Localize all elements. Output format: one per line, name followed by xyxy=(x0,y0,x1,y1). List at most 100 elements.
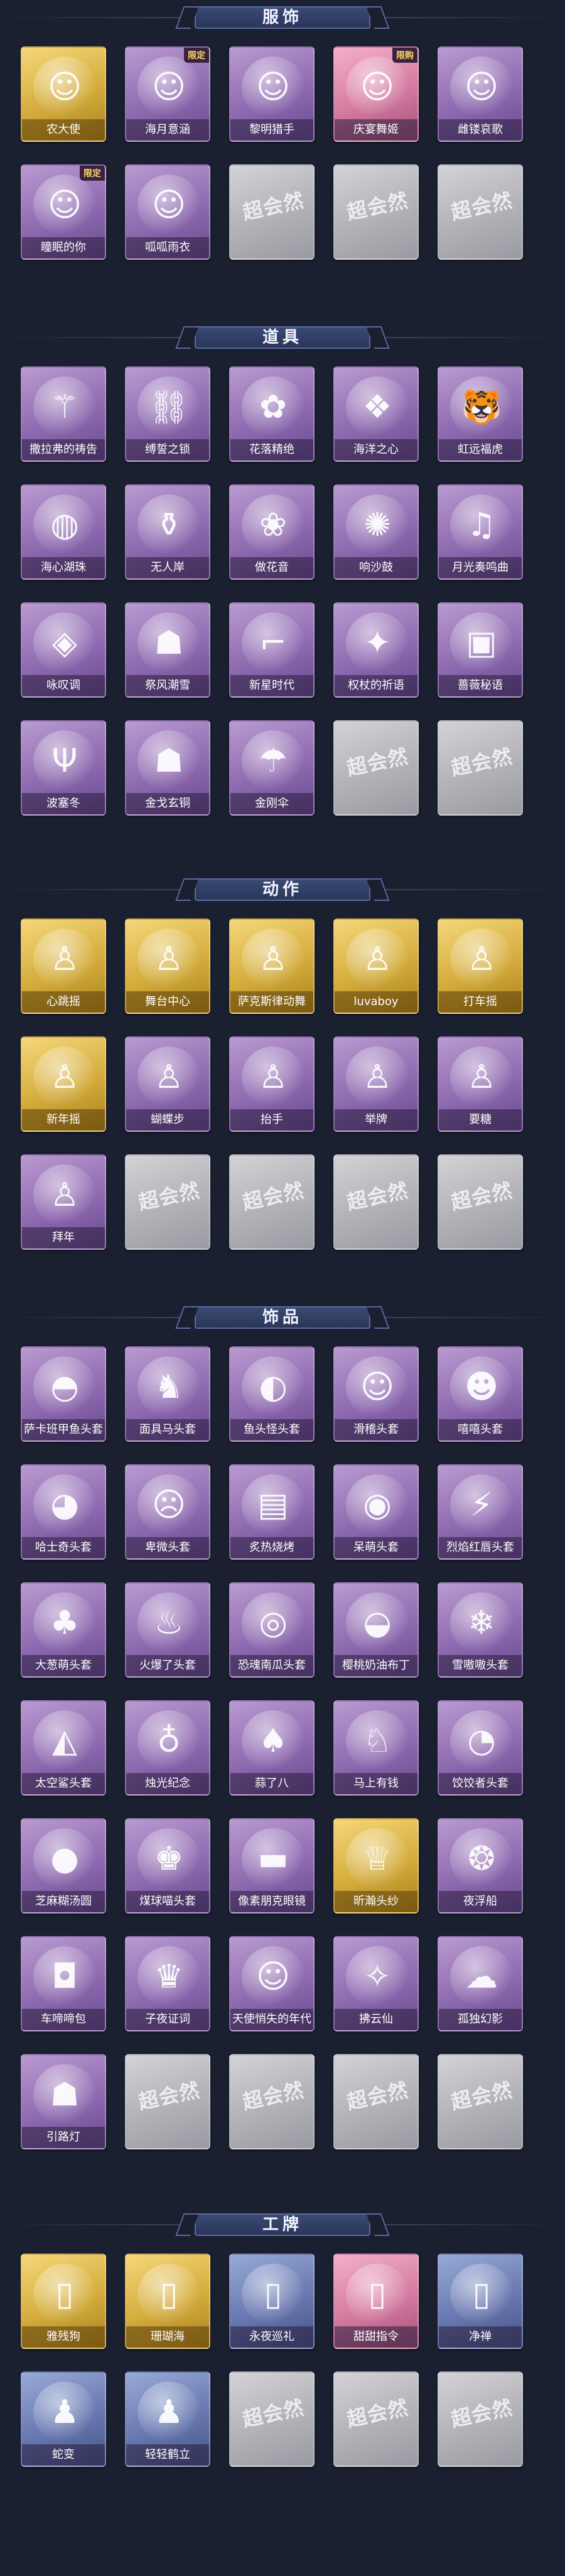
item-card[interactable]: ▯ 甜甜指令 xyxy=(333,2254,419,2349)
item-card[interactable]: ☺ 黎明猎手 xyxy=(229,46,315,142)
item-card[interactable]: ♙ 心跳摇 xyxy=(21,918,106,1014)
item-card[interactable]: ▣ 蔷薇秘语 xyxy=(438,602,523,698)
item-card[interactable]: ☺ 呱呱雨衣 xyxy=(125,164,210,260)
item-card[interactable]: ♣ 大葱萌头套 xyxy=(21,1582,106,1678)
item-card[interactable]: ☺ 雌镂哀歌 xyxy=(438,46,523,142)
item-card[interactable]: ◓ 萨卡班甲鱼头套 xyxy=(21,1346,106,1442)
snowball-icon: ❄ xyxy=(450,1592,513,1654)
item-card[interactable]: ⚡ 烈焰红唇头套 xyxy=(438,1464,523,1560)
item-card[interactable]: ♙ 蝴蝶步 xyxy=(125,1036,210,1132)
item-card[interactable]: ◍ 海心湖珠 xyxy=(21,484,106,580)
item-card[interactable]: ◎ 恐魂南瓜头套 xyxy=(229,1582,315,1678)
item-card[interactable]: ♚ 煤球喵头套 xyxy=(125,1818,210,1913)
item-card[interactable]: ♙ 拜年 xyxy=(21,1154,106,1250)
item-card[interactable]: ◈ 咏叹调 xyxy=(21,602,106,698)
item-card[interactable]: ☂ 金刚伞 xyxy=(229,720,315,816)
item-card[interactable]: ⛓ 缚誓之锁 xyxy=(125,366,210,462)
item-card[interactable]: ◭ 太空鲨头套 xyxy=(21,1700,106,1796)
empty-slot-card[interactable]: 超会然 xyxy=(229,1154,315,1250)
item-card[interactable]: ☻ 嘻嘻头套 xyxy=(438,1346,523,1442)
item-card[interactable]: ✦ 权杖的祈语 xyxy=(333,602,419,698)
item-card[interactable]: ▤ 炙热烧烤 xyxy=(229,1464,315,1560)
item-card[interactable]: ♕ 昕瀚头纱 xyxy=(333,1818,419,1913)
empty-slot-card[interactable]: 超会然 xyxy=(333,720,419,816)
item-card[interactable]: ✿ 花落精绝 xyxy=(229,366,315,462)
item-card[interactable]: ♞ 面具马头套 xyxy=(125,1346,210,1442)
item-label: 无人岸 xyxy=(126,557,209,578)
item-card[interactable]: ❄ 雪嗷嗷头套 xyxy=(438,1582,523,1678)
item-card[interactable]: ♙ 举牌 xyxy=(333,1036,419,1132)
item-card[interactable]: ♙ 打车摇 xyxy=(438,918,523,1014)
item-card[interactable]: ◔ 饺饺者头套 xyxy=(438,1700,523,1796)
empty-slot-card[interactable]: 超会然 xyxy=(229,2371,315,2467)
item-card[interactable]: ◉ 呆萌头套 xyxy=(333,1464,419,1560)
item-card[interactable]: ☹ 卑微头套 xyxy=(125,1464,210,1560)
item-card[interactable]: ◐ 鱼头怪头套 xyxy=(229,1346,315,1442)
item-card[interactable]: Ψ 波塞冬 xyxy=(21,720,106,816)
empty-slot-card[interactable]: 超会然 xyxy=(438,1154,523,1250)
item-card[interactable]: ♘ 马上有钱 xyxy=(333,1700,419,1796)
item-label: 永夜巡礼 xyxy=(230,2326,313,2348)
item-card[interactable]: ▯ 永夜巡礼 xyxy=(229,2254,315,2349)
empty-slot-card[interactable]: 超会然 xyxy=(333,2054,419,2149)
portrait-icon: ☺ xyxy=(242,56,304,118)
item-card[interactable]: ✺ 响沙鼓 xyxy=(333,484,419,580)
item-card[interactable]: ◒ 樱桃奶油布丁 xyxy=(333,1582,419,1678)
empty-slot-card[interactable]: 超会然 xyxy=(333,164,419,260)
item-card[interactable]: ☺ 滑稽头套 xyxy=(333,1346,419,1442)
item-card[interactable]: 🐯 虹远福虎 xyxy=(438,366,523,462)
horse-icon: ♞ xyxy=(137,1356,200,1418)
item-card[interactable]: ☺ 限定 瞳眠的你 xyxy=(21,164,106,260)
empty-slot-card[interactable]: 超会然 xyxy=(229,164,315,260)
item-label: 炙热烧烤 xyxy=(230,1537,313,1558)
item-card[interactable]: ▬ 像素朋克眼镜 xyxy=(229,1818,315,1913)
item-card[interactable]: ❖ 海洋之心 xyxy=(333,366,419,462)
item-card[interactable]: ♁ 烛光纪念 xyxy=(125,1700,210,1796)
item-card[interactable]: ⚱ 无人岸 xyxy=(125,484,210,580)
item-card[interactable]: ♙ 要糖 xyxy=(438,1036,523,1132)
item-card[interactable]: ☺ 农大使 xyxy=(21,46,106,142)
item-card[interactable]: ♠ 蒜了八 xyxy=(229,1700,315,1796)
item-card[interactable]: ♙ 抬手 xyxy=(229,1036,315,1132)
item-card[interactable]: ◕ 哈士奇头套 xyxy=(21,1464,106,1560)
item-card[interactable]: ☺ 限购 庆宴舞姬 xyxy=(333,46,419,142)
empty-slot-card[interactable]: 超会然 xyxy=(229,2054,315,2149)
item-card[interactable]: ⚚ 撒拉弗的祷告 xyxy=(21,366,106,462)
item-card[interactable]: ♟ 轻轻鹤立 xyxy=(125,2371,210,2467)
empty-slot-card[interactable]: 超会然 xyxy=(125,1154,210,1250)
item-card[interactable]: ♙ 萨克斯律动舞 xyxy=(229,918,315,1014)
item-card[interactable]: ☁ 孤独幻影 xyxy=(438,1936,523,2031)
item-card[interactable]: ☗ 引路灯 xyxy=(21,2054,106,2149)
item-card[interactable]: ▯ 雅残狗 xyxy=(21,2254,106,2349)
item-card[interactable]: ♙ 舞台中心 xyxy=(125,918,210,1014)
bottle-icon: ⚱ xyxy=(137,494,200,556)
item-card[interactable]: ❂ 夜浮船 xyxy=(438,1818,523,1913)
empty-slot-card[interactable]: 超会然 xyxy=(438,2054,523,2149)
empty-slot-card[interactable]: 超会然 xyxy=(125,2054,210,2149)
empty-slot-card[interactable]: 超会然 xyxy=(333,1154,419,1250)
empty-slot-card[interactable]: 超会然 xyxy=(438,164,523,260)
item-card[interactable]: ● 芝麻糊汤圆 xyxy=(21,1818,106,1913)
item-card[interactable]: ☗ 金戈玄铜 xyxy=(125,720,210,816)
item-label: 新星时代 xyxy=(230,675,313,696)
empty-slot-card[interactable]: 超会然 xyxy=(333,2371,419,2467)
item-card[interactable]: ⌐ 新星时代 xyxy=(229,602,315,698)
mirror-icon: ◈ xyxy=(33,612,96,674)
empty-slot-card[interactable]: 超会然 xyxy=(438,720,523,816)
item-card[interactable]: ✧ 拂云仙 xyxy=(333,1936,419,2031)
item-card[interactable]: ▯ 珊瑚海 xyxy=(125,2254,210,2349)
item-card[interactable]: ♟ 蛇变 xyxy=(21,2371,106,2467)
item-card[interactable]: ☺ 限定 海月意涵 xyxy=(125,46,210,142)
item-card[interactable]: ♨ 火爆了头套 xyxy=(125,1582,210,1678)
toast-icon: ▤ xyxy=(242,1474,304,1536)
item-card[interactable]: ♙ 新年摇 xyxy=(21,1036,106,1132)
item-card[interactable]: ♛ 子夜证词 xyxy=(125,1936,210,2031)
item-card[interactable]: ◘ 车啼啼包 xyxy=(21,1936,106,2031)
item-card[interactable]: ♫ 月光奏鸣曲 xyxy=(438,484,523,580)
item-card[interactable]: ▯ 净禅 xyxy=(438,2254,523,2349)
item-card[interactable]: ☺ 天使悄失的年代 xyxy=(229,1936,315,2031)
empty-slot-card[interactable]: 超会然 xyxy=(438,2371,523,2467)
item-card[interactable]: ♙ luvaboy xyxy=(333,918,419,1014)
item-card[interactable]: ❀ 做花音 xyxy=(229,484,315,580)
item-card[interactable]: ☗ 祭风潮雪 xyxy=(125,602,210,698)
